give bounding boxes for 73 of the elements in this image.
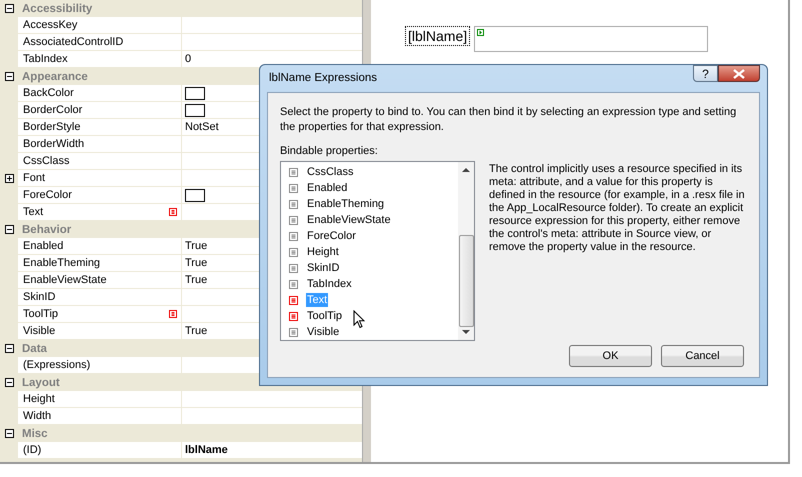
category-label: Data [21, 342, 47, 356]
mouse-pointer-icon [353, 310, 365, 329]
property-icon [289, 168, 298, 176]
property-icon [289, 184, 298, 192]
property-icon [289, 264, 298, 272]
property-icon [289, 280, 298, 288]
close-button[interactable] [718, 65, 760, 82]
help-button[interactable]: ? [693, 65, 718, 82]
color-swatch[interactable] [185, 86, 205, 100]
property-name: TabIndex [23, 53, 68, 65]
property-name: SkinID [23, 291, 56, 303]
property-name: BorderWidth [23, 138, 84, 150]
property-name: AssociatedControlID [23, 36, 124, 48]
property-name: Enabled [23, 240, 64, 252]
property-value[interactable]: True [185, 274, 208, 286]
scroll-down-icon[interactable] [462, 330, 470, 334]
collapse-icon[interactable] [4, 225, 14, 234]
color-swatch[interactable] [185, 188, 205, 202]
property-name: (ID) [23, 444, 42, 456]
property-name: EnableViewState [23, 274, 107, 286]
collapse-icon[interactable] [4, 4, 14, 13]
category-label: Behavior [21, 222, 72, 238]
label-control[interactable]: [lblName] [405, 26, 470, 46]
resource-icon [169, 208, 177, 216]
property-value[interactable]: lblName [185, 444, 228, 456]
property-name: ForeColor [23, 189, 72, 201]
property-name: Width [23, 410, 52, 422]
resource-icon [289, 312, 298, 320]
property-name: AccessKey [23, 19, 78, 31]
property-icon [289, 232, 298, 240]
category-label: Accessibility [21, 2, 92, 16]
smart-tag-icon[interactable] [477, 29, 484, 36]
resource-icon [289, 296, 298, 304]
property-icon [289, 216, 298, 224]
property-name: BorderColor [23, 104, 82, 116]
scroll-up-icon[interactable] [462, 168, 470, 172]
property-name: EnableTheming [23, 257, 100, 269]
close-icon [733, 68, 745, 78]
property-name: BorderStyle [23, 121, 80, 133]
property-name: Text [23, 206, 44, 218]
collapse-icon[interactable] [4, 72, 14, 81]
property-name: CssClass [23, 155, 70, 167]
list-item[interactable]: ToolTip [306, 309, 344, 323]
property-name: Height [23, 393, 55, 405]
property-name: Font [23, 172, 46, 184]
property-value[interactable]: True [185, 257, 208, 269]
category-label: Appearance [21, 70, 88, 84]
category-label: Layout [21, 376, 60, 390]
collapse-icon[interactable] [4, 429, 14, 438]
color-swatch[interactable] [185, 104, 205, 116]
expand-icon[interactable] [4, 174, 14, 182]
cancel-button[interactable]: Cancel [661, 345, 744, 367]
property-name: BackColor [23, 87, 74, 99]
property-value[interactable]: NotSet [185, 121, 219, 133]
property-value[interactable]: 0 [185, 53, 192, 65]
list-item[interactable]: TabIndex [306, 277, 353, 291]
list-item[interactable]: SkinID [306, 261, 340, 275]
property-name: (Expressions) [23, 359, 90, 371]
ok-button[interactable]: OK [569, 345, 652, 367]
property-name: ToolTip [23, 308, 58, 320]
property-icon [289, 200, 298, 208]
scrollbar[interactable] [458, 162, 474, 340]
property-icon [289, 248, 298, 256]
list-item[interactable]: Visible [306, 325, 340, 339]
property-value[interactable]: True [185, 240, 208, 252]
resource-icon [169, 310, 177, 318]
description-text: The control implicitly uses a resource specified in its meta: attribute, and a value for this property is defined in the resource (for example, in a .resx file in the App_LocalResource folder). To create an explicit resource expression for this property, either remove the control's meta: attribute in Source view, or remove the property value in the resource. [489, 163, 746, 254]
category-label: Misc [21, 426, 48, 442]
collapse-icon[interactable] [4, 344, 14, 353]
collapse-icon[interactable] [4, 378, 14, 387]
property-value[interactable]: True [185, 325, 208, 337]
property-icon [289, 328, 298, 336]
property-name: Visible [23, 325, 56, 337]
